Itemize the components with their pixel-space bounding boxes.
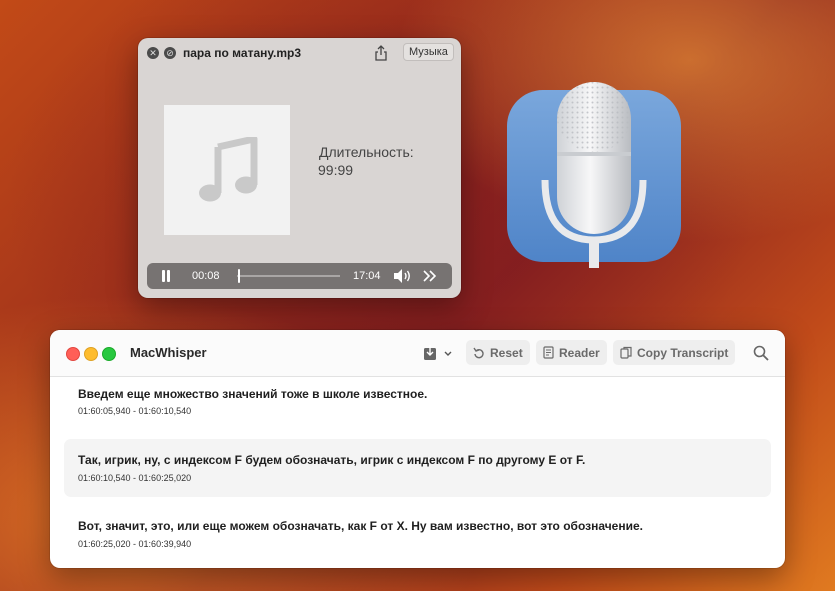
segment-timestamp: 01:60:10,540 - 01:60:25,020 — [78, 473, 192, 483]
minimize-window-button[interactable] — [84, 347, 98, 361]
close-icon[interactable]: ✕ — [147, 47, 159, 59]
quicklook-title: пара по матану.mp3 — [183, 46, 301, 60]
window-title: MacWhisper — [130, 345, 207, 360]
close-window-button[interactable] — [66, 347, 80, 361]
reader-button[interactable]: Reader — [536, 340, 607, 365]
playback-controls: 00:08 17:04 — [147, 263, 452, 289]
album-artwork — [164, 105, 290, 235]
music-note-icon — [199, 137, 258, 202]
pause-icon[interactable] — [160, 270, 172, 282]
macwhisper-window: MacWhisper Reset Reader Copy Transcript … — [50, 330, 785, 568]
segment-timestamp: 01:60:25,020 - 01:60:39,940 — [78, 539, 192, 549]
quicklook-titlebar: ✕ ⊘ пара по матану.mp3 Музыка — [138, 38, 461, 68]
fast-forward-icon[interactable] — [422, 268, 438, 284]
transcript-segment[interactable]: Так, игрик, ну, с индексом F будем обозн… — [64, 439, 771, 497]
search-icon[interactable] — [753, 345, 769, 361]
quicklook-window: ✕ ⊘ пара по матану.mp3 Музыка Длительнос… — [138, 38, 461, 298]
microphone-icon — [507, 82, 681, 268]
segment-timestamp: 01:60:05,940 - 01:60:10,540 — [78, 406, 192, 416]
copy-transcript-button[interactable]: Copy Transcript — [613, 340, 736, 365]
segment-text: Так, игрик, ну, с индексом F будем обозн… — [78, 453, 586, 467]
open-with-app-button[interactable]: Музыка — [403, 43, 454, 61]
total-time: 17:04 — [353, 270, 381, 282]
share-icon[interactable] — [374, 45, 388, 61]
duration-value: 99:99 — [318, 162, 354, 178]
progress-track[interactable] — [237, 275, 340, 277]
block-icon[interactable]: ⊘ — [164, 47, 176, 59]
zoom-window-button[interactable] — [102, 347, 116, 361]
segment-text: Введем еще множество значений тоже в шко… — [78, 387, 428, 401]
copy-icon — [620, 346, 632, 359]
reader-label: Reader — [559, 345, 600, 360]
reset-label: Reset — [490, 345, 523, 360]
reader-icon — [543, 346, 554, 359]
copy-transcript-label: Copy Transcript — [637, 345, 729, 360]
volume-icon[interactable] — [393, 268, 413, 284]
progress-knob[interactable] — [238, 269, 240, 283]
reset-icon — [473, 347, 484, 358]
export-menu-icon[interactable] — [422, 344, 456, 362]
transcript-segment[interactable]: Вот, значит, это, или еще можем обознача… — [64, 506, 771, 554]
reset-button[interactable]: Reset — [466, 340, 530, 365]
elapsed-time: 00:08 — [192, 270, 220, 282]
toolbar: MacWhisper Reset Reader Copy Transcript — [50, 330, 785, 377]
transcript-segment[interactable]: Введем еще множество значений тоже в шко… — [64, 376, 771, 424]
segment-text: Вот, значит, это, или еще можем обознача… — [78, 519, 643, 533]
duration-label: Длительность: — [319, 144, 414, 160]
